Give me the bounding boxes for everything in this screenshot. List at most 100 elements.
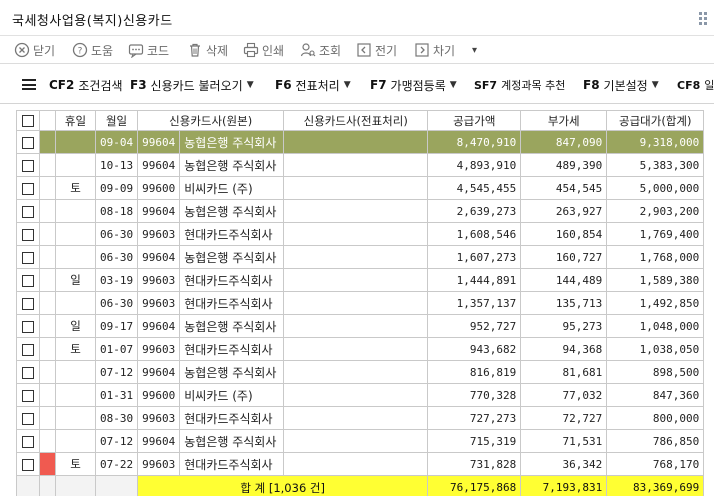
cell-card-voucher[interactable] — [283, 153, 429, 177]
cell-card-company[interactable]: 현대카드주식회사 — [179, 406, 285, 430]
help-button[interactable]: ? 도움 — [72, 41, 113, 59]
cell-card-company[interactable]: 농협은행 주식회사 — [179, 429, 285, 453]
cell-total[interactable]: 1,769,400 — [606, 222, 705, 246]
cell-total[interactable]: 1,768,000 — [606, 245, 705, 269]
cell-holiday[interactable] — [55, 199, 96, 223]
cell-date[interactable]: 08-18 — [94, 199, 139, 223]
cell-card-code[interactable]: 99603 — [137, 222, 181, 246]
header-supply-amount[interactable]: 공급가액 — [427, 110, 522, 131]
fn-account-recommend[interactable]: SF7 계정과목 추천 — [474, 76, 565, 94]
toolbar-more-button[interactable]: ▾ — [472, 41, 477, 59]
cell-total[interactable]: 786,850 — [606, 429, 705, 453]
header-card-original[interactable]: 신용카드사(원본) — [137, 110, 285, 131]
cell-vat[interactable]: 36,342 — [520, 452, 608, 476]
row-checkbox[interactable] — [22, 297, 34, 310]
cell-supply-amount[interactable]: 727,273 — [427, 406, 522, 430]
cell-holiday[interactable]: 토 — [55, 176, 96, 200]
cell-date[interactable]: 01-31 — [94, 383, 139, 407]
cell-total[interactable]: 9,318,000 — [606, 130, 705, 154]
cell-card-company[interactable]: 현대카드주식회사 — [179, 268, 285, 292]
cell-total[interactable]: 1,038,050 — [606, 337, 705, 361]
cell-card-code[interactable]: 99604 — [137, 199, 181, 223]
row-checkbox-cell[interactable] — [16, 245, 40, 269]
header-total[interactable]: 공급대가(합계) — [606, 110, 705, 131]
cell-supply-amount[interactable]: 731,828 — [427, 452, 522, 476]
close-button[interactable]: 닫기 — [14, 41, 55, 59]
header-card-voucher[interactable]: 신용카드사(전표처리) — [283, 110, 429, 131]
row-checkbox-cell[interactable] — [16, 199, 40, 223]
cell-card-voucher[interactable] — [283, 360, 429, 384]
cell-total[interactable]: 768,170 — [606, 452, 705, 476]
table-row[interactable]: 01-31 99600 비씨카드 (주) 770,328 77,032 847,360 — [16, 383, 705, 407]
table-row[interactable]: 06-30 99603 현대카드주식회사 1,357,137 135,713 1,492,… — [16, 291, 705, 315]
cell-total[interactable]: 898,500 — [606, 360, 705, 384]
print-button[interactable]: 인쇄 — [243, 41, 284, 59]
cell-date[interactable]: 07-12 — [94, 429, 139, 453]
cell-card-code[interactable]: 99604 — [137, 130, 181, 154]
row-checkbox-cell[interactable] — [16, 291, 40, 315]
cell-vat[interactable]: 454,545 — [520, 176, 608, 200]
cell-date[interactable]: 08-30 — [94, 406, 139, 430]
cell-card-voucher[interactable] — [283, 383, 429, 407]
row-checkbox[interactable] — [22, 136, 34, 149]
table-row[interactable]: 일 03-19 99603 현대카드주식회사 1,444,891 144,489 1,589… — [16, 268, 705, 292]
cell-holiday[interactable] — [55, 360, 96, 384]
cell-vat[interactable]: 263,927 — [520, 199, 608, 223]
cell-date[interactable]: 06-30 — [94, 291, 139, 315]
cell-total[interactable]: 1,492,850 — [606, 291, 705, 315]
table-row[interactable]: 10-13 99604 농협은행 주식회사 4,893,910 489,390 5,383… — [16, 153, 705, 177]
row-checkbox-cell[interactable] — [16, 429, 40, 453]
cell-holiday[interactable] — [55, 383, 96, 407]
cell-holiday[interactable] — [55, 222, 96, 246]
row-checkbox-cell[interactable] — [16, 406, 40, 430]
cell-card-voucher[interactable] — [283, 199, 429, 223]
row-checkbox-cell[interactable] — [16, 222, 40, 246]
row-checkbox[interactable] — [22, 159, 34, 172]
row-checkbox[interactable] — [22, 389, 34, 402]
cell-holiday[interactable] — [55, 429, 96, 453]
row-checkbox-cell[interactable] — [16, 452, 40, 476]
table-row[interactable]: 토 07-22 99603 현대카드주식회사 731,828 36,342 768,170 — [16, 452, 705, 476]
cell-holiday[interactable] — [55, 153, 96, 177]
cell-total[interactable]: 1,589,380 — [606, 268, 705, 292]
row-checkbox[interactable] — [22, 320, 34, 333]
cell-card-code[interactable]: 99603 — [137, 337, 181, 361]
cell-supply-amount[interactable]: 4,545,455 — [427, 176, 522, 200]
cell-date[interactable]: 03-19 — [94, 268, 139, 292]
row-checkbox[interactable] — [22, 205, 34, 218]
cell-card-code[interactable]: 99603 — [137, 268, 181, 292]
cell-supply-amount[interactable]: 1,607,273 — [427, 245, 522, 269]
table-row[interactable]: 일 09-17 99604 농협은행 주식회사 952,727 95,273 1,048,0… — [16, 314, 705, 338]
cell-vat[interactable]: 160,727 — [520, 245, 608, 269]
cell-vat[interactable]: 94,368 — [520, 337, 608, 361]
cell-card-voucher[interactable] — [283, 245, 429, 269]
cell-card-company[interactable]: 농협은행 주식회사 — [179, 245, 285, 269]
cell-holiday[interactable] — [55, 130, 96, 154]
cell-card-code[interactable]: 99604 — [137, 245, 181, 269]
cell-supply-amount[interactable]: 943,682 — [427, 337, 522, 361]
table-row[interactable]: 08-30 99603 현대카드주식회사 727,273 72,727 800,000 — [16, 406, 705, 430]
cell-total[interactable]: 2,903,200 — [606, 199, 705, 223]
table-row[interactable]: 09-04 99604 농협은행 주식회사 8,470,910 847,090 9,318… — [16, 130, 705, 154]
cell-card-code[interactable]: 99600 — [137, 383, 181, 407]
fn-voucher-processing[interactable]: F6 전표처리 ▼ — [275, 76, 351, 94]
cell-supply-amount[interactable]: 2,639,273 — [427, 199, 522, 223]
cell-holiday[interactable]: 일 — [55, 314, 96, 338]
cell-date[interactable]: 07-22 — [94, 452, 139, 476]
row-checkbox-cell[interactable] — [16, 314, 40, 338]
cell-supply-amount[interactable]: 1,357,137 — [427, 291, 522, 315]
cell-holiday[interactable]: 토 — [55, 337, 96, 361]
header-holiday[interactable]: 휴일 — [55, 110, 96, 131]
cell-date[interactable]: 01-07 — [94, 337, 139, 361]
cell-total[interactable]: 5,383,300 — [606, 153, 705, 177]
row-checkbox[interactable] — [22, 228, 34, 241]
cell-holiday[interactable] — [55, 406, 96, 430]
cell-holiday[interactable]: 일 — [55, 268, 96, 292]
header-date[interactable]: 월일 — [94, 110, 139, 131]
fn-condition-search[interactable]: CF2 조건검색 — [49, 76, 123, 94]
cell-card-code[interactable]: 99604 — [137, 429, 181, 453]
row-checkbox[interactable] — [22, 458, 34, 471]
prev-button[interactable]: 전기 — [356, 41, 397, 59]
cell-card-voucher[interactable] — [283, 291, 429, 315]
cell-card-voucher[interactable] — [283, 222, 429, 246]
